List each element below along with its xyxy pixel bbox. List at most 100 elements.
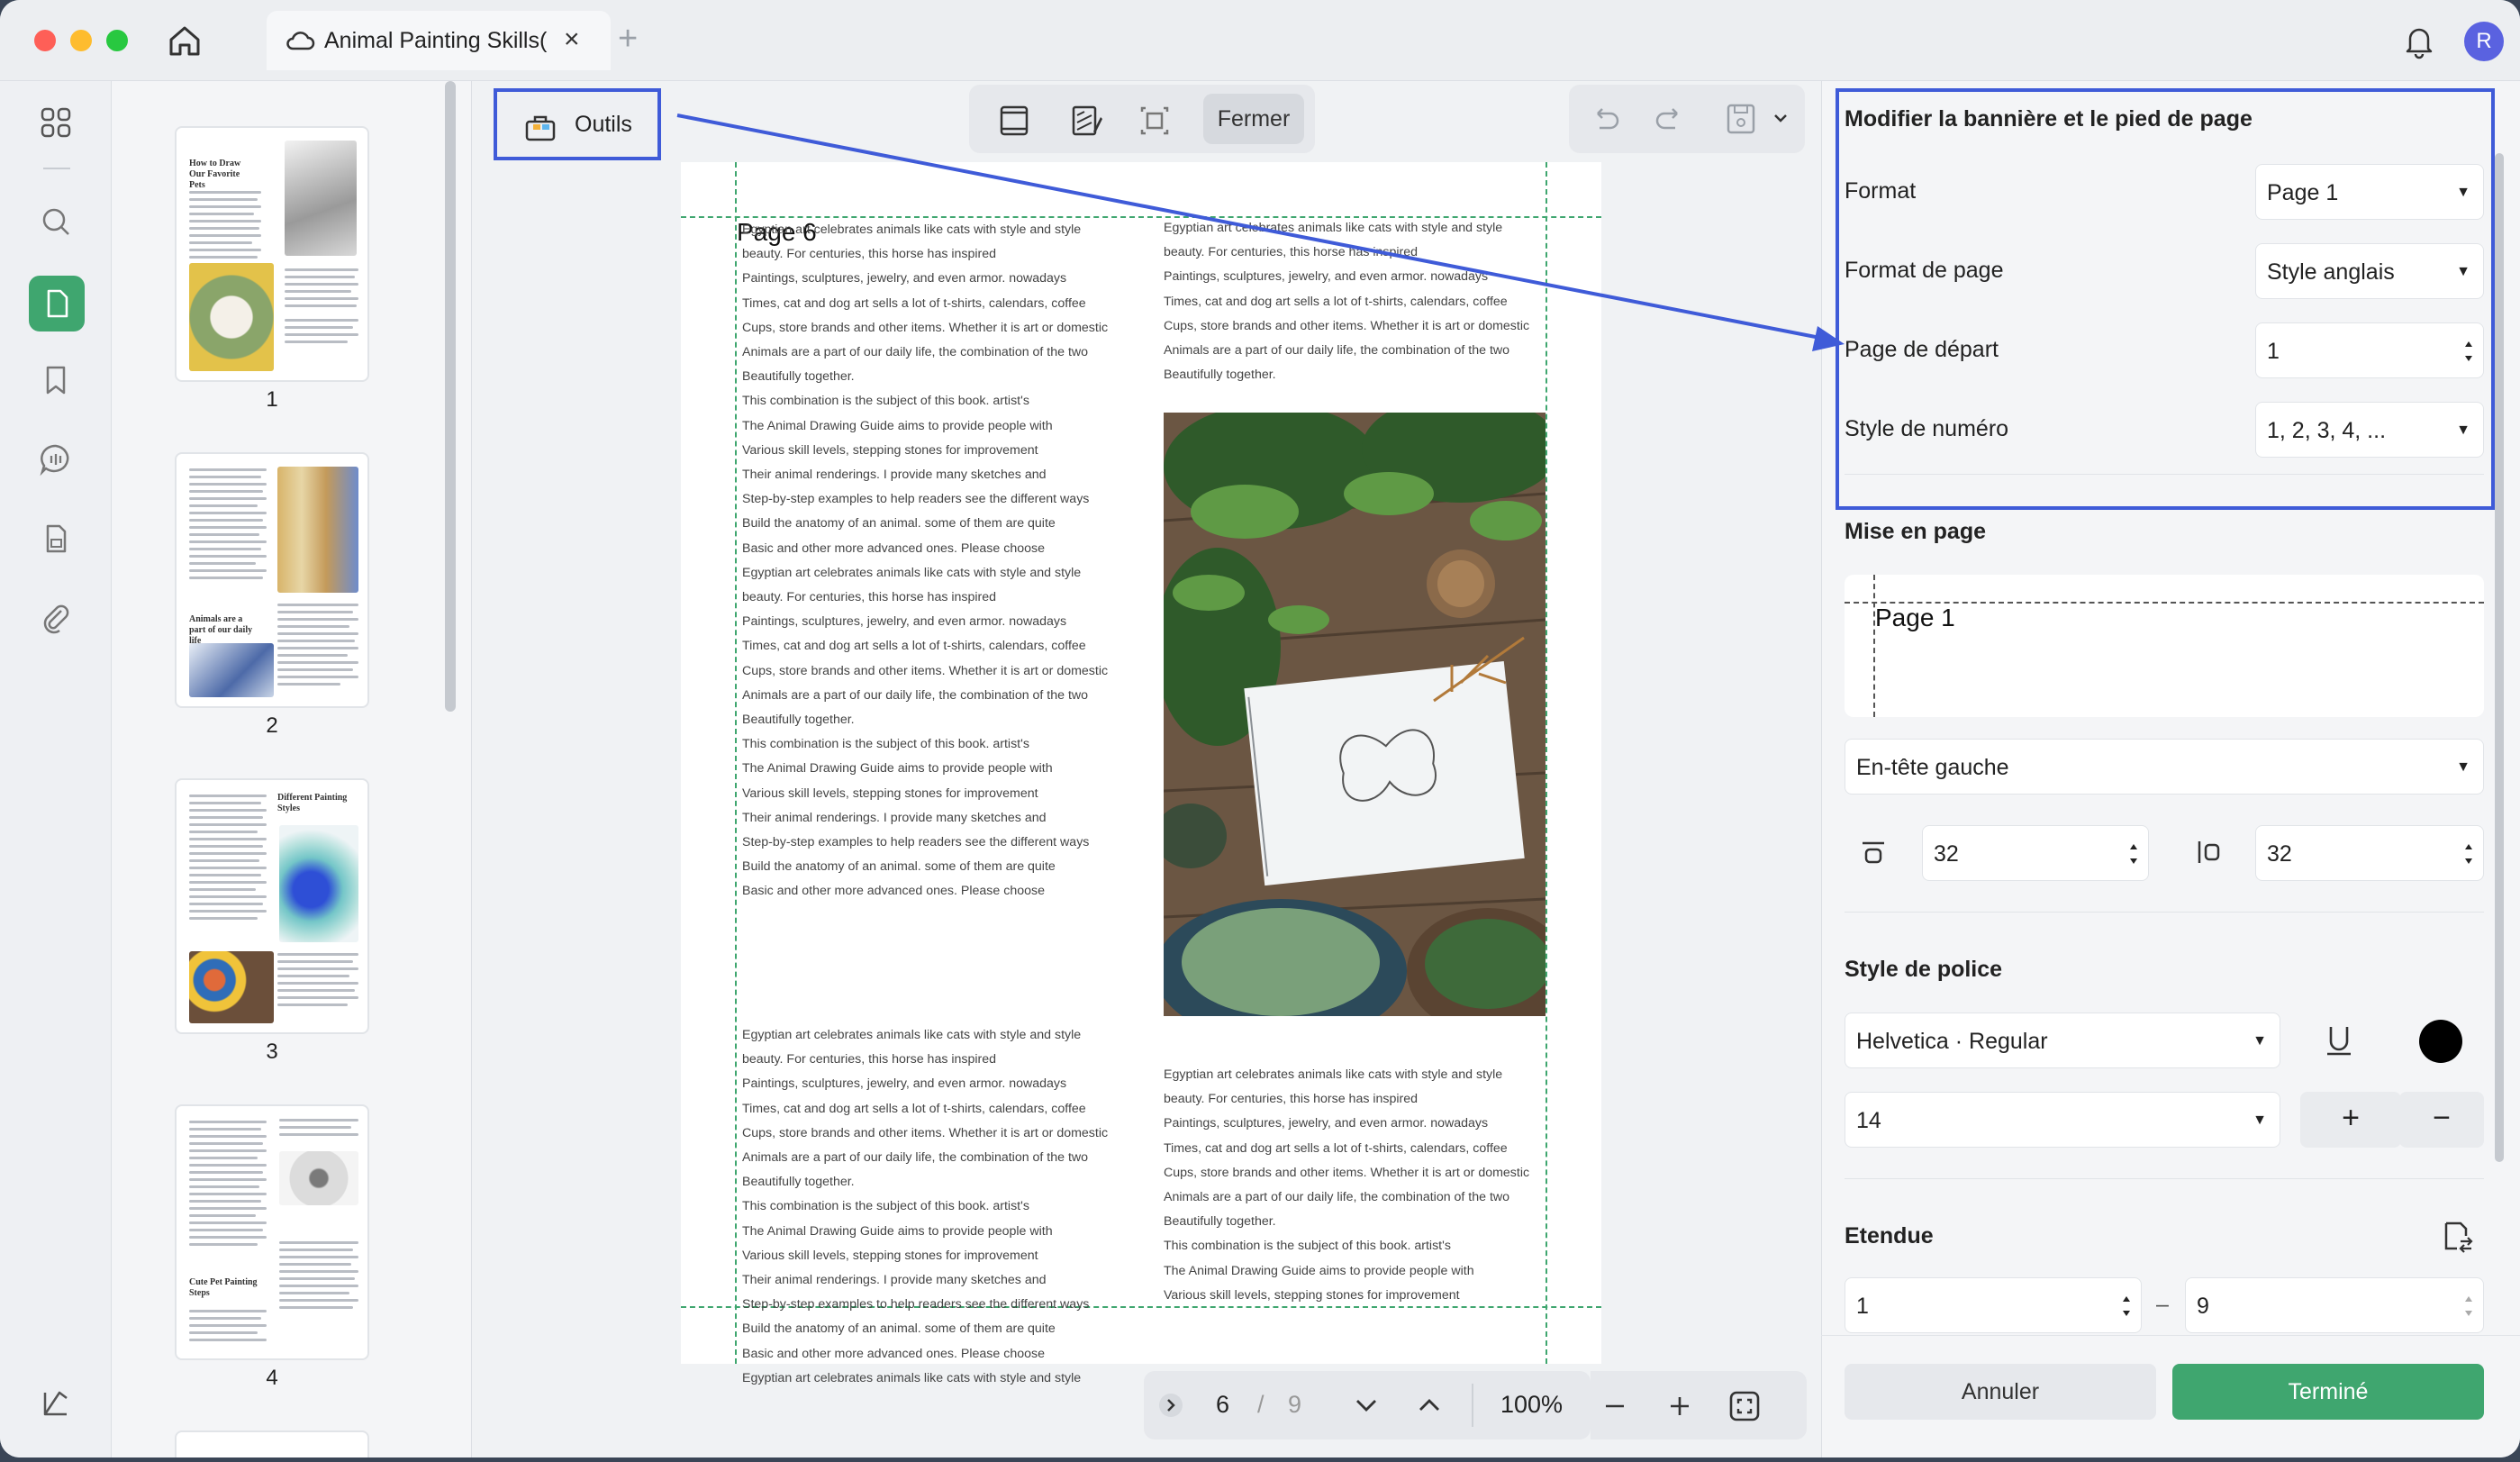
- decrease-font-button[interactable]: −: [2399, 1092, 2484, 1148]
- zoom-in-icon[interactable]: [1668, 1394, 1691, 1418]
- thumbnail-number: 1: [266, 387, 278, 412]
- font-color-swatch[interactable]: [2419, 1020, 2462, 1063]
- left-margin-value: 32: [2267, 841, 2292, 867]
- text-line: Their animal renderings. I provide many …: [742, 468, 1047, 483]
- watercolor-thumbnail: [279, 825, 358, 942]
- user-avatar[interactable]: R: [2464, 22, 2504, 61]
- stepper-arrows-icon[interactable]: [2463, 332, 2474, 370]
- document-tab[interactable]: Animal Painting Skills( ×: [267, 11, 611, 70]
- text-line: This combination is the subject of this …: [1164, 1239, 1451, 1254]
- text-line: Beautifully together.: [742, 1175, 855, 1190]
- text-line: Cups, store brands and other items. Whet…: [742, 1125, 1109, 1140]
- panel-scrollbar[interactable]: [2495, 153, 2504, 1162]
- stepper-arrows-icon[interactable]: [2128, 835, 2139, 873]
- attachment-icon[interactable]: [32, 595, 79, 641]
- page-range-icon[interactable]: [2439, 1218, 2475, 1254]
- increase-font-button[interactable]: +: [2300, 1092, 2401, 1148]
- panel-divider: [1845, 474, 2484, 475]
- watermark-icon[interactable]: [1068, 103, 1104, 139]
- outils-button[interactable]: Outils: [494, 88, 661, 160]
- panel-divider: [1845, 912, 2484, 913]
- thumbnail-page-1[interactable]: How to Draw Our Favorite Pets: [175, 126, 369, 382]
- underline-icon[interactable]: [2322, 1022, 2356, 1059]
- close-window-button[interactable]: [34, 30, 56, 51]
- text-line: The Animal Drawing Guide aims to provide…: [742, 1223, 1053, 1239]
- sidebar-toggle-icon[interactable]: [32, 1380, 79, 1427]
- tab-title: Animal Painting Skills(: [324, 28, 548, 53]
- stepper-arrows-icon[interactable]: [2121, 1287, 2132, 1325]
- expand-thumbnails-icon[interactable]: [1156, 1391, 1185, 1420]
- text-line: beauty. For centuries, this horse has in…: [1164, 245, 1419, 260]
- thumbnail-page-3[interactable]: Different Painting Styles: [175, 778, 369, 1034]
- undo-icon[interactable]: [1589, 103, 1621, 135]
- text-line: Step-by-step examples to help readers se…: [742, 492, 1090, 507]
- top-margin-value: 32: [1934, 841, 1959, 867]
- stepper-arrows-icon[interactable]: [2463, 1287, 2474, 1325]
- range-from-value: 1: [1856, 1294, 1869, 1319]
- stepper-arrows-icon[interactable]: [2463, 835, 2474, 873]
- page-separator: /: [1257, 1391, 1265, 1418]
- text-line: Beautifully together.: [742, 369, 855, 385]
- thumbnail-scrollbar[interactable]: [445, 81, 456, 712]
- range-to-stepper[interactable]: 9: [2185, 1277, 2484, 1333]
- text-line: Cups, store brands and other items. Whet…: [1164, 1165, 1530, 1180]
- redo-icon[interactable]: [1654, 103, 1686, 135]
- apps-grid-icon[interactable]: [32, 99, 79, 146]
- previous-page-icon[interactable]: [1416, 1394, 1443, 1416]
- position-select[interactable]: En-tête gauche ▼: [1845, 739, 2484, 795]
- start-page-value: 1: [2267, 339, 2280, 364]
- text-line: Their animal renderings. I provide many …: [742, 810, 1047, 825]
- comment-icon[interactable]: [32, 436, 79, 483]
- minimize-window-button[interactable]: [70, 30, 92, 51]
- zoom-out-icon[interactable]: [1603, 1394, 1627, 1418]
- fit-page-icon[interactable]: [1727, 1389, 1762, 1423]
- page-view-icon[interactable]: [29, 276, 85, 331]
- zoom-level[interactable]: 100%: [1500, 1391, 1563, 1419]
- page-format-select[interactable]: Style anglais ▼: [2255, 243, 2484, 299]
- font-family-select[interactable]: Helvetica · Regular ▼: [1845, 1013, 2280, 1068]
- next-page-icon[interactable]: [1353, 1394, 1380, 1416]
- left-tool-rail: [0, 81, 112, 1457]
- range-to-value: 9: [2197, 1294, 2209, 1319]
- number-style-select[interactable]: 1, 2, 3, 4, ... ▼: [2255, 402, 2484, 458]
- dropdown-caret-icon: ▼: [2456, 422, 2470, 438]
- footer-divider: [1821, 1335, 2520, 1336]
- dropdown-caret-icon: ▼: [2456, 264, 2470, 279]
- plants-and-butterfly-sketch-photo: [1164, 413, 1546, 1016]
- fermer-button[interactable]: Fermer: [1203, 94, 1304, 144]
- current-page-input[interactable]: 6: [1216, 1391, 1229, 1419]
- tab-close-icon[interactable]: ×: [564, 24, 580, 55]
- zoom-controls: [1591, 1371, 1807, 1439]
- chevron-down-icon[interactable]: [1772, 112, 1789, 124]
- bookmark-icon[interactable]: [32, 357, 79, 404]
- search-icon[interactable]: [32, 198, 79, 245]
- range-from-stepper[interactable]: 1: [1845, 1277, 2142, 1333]
- cancel-button[interactable]: Annuler: [1845, 1364, 2156, 1420]
- thumbnail-page-2[interactable]: Animals are a part of our daily life: [175, 452, 369, 708]
- format-select[interactable]: Page 1 ▼: [2255, 164, 2484, 220]
- title-bar: Animal Painting Skills( × + R: [0, 0, 2520, 81]
- thumbnail-page-4[interactable]: Cute Pet Painting Steps: [175, 1104, 369, 1360]
- text-line: Cups, store brands and other items. Whet…: [742, 320, 1109, 335]
- background-icon[interactable]: [1137, 103, 1173, 139]
- document-tools-icon[interactable]: [32, 515, 79, 562]
- page-format-select-value: Style anglais: [2267, 259, 2395, 285]
- preview-page-label: Page 1: [1875, 604, 1955, 631]
- thumbnail-page-5[interactable]: [175, 1430, 369, 1457]
- text-line: Various skill levels, stepping stones fo…: [742, 785, 1038, 801]
- new-tab-button[interactable]: +: [618, 20, 638, 59]
- left-margin-stepper[interactable]: 32: [2255, 825, 2484, 881]
- text-line: Times, cat and dog art sells a lot of t-…: [1164, 294, 1508, 309]
- done-button[interactable]: Terminé: [2172, 1364, 2484, 1420]
- home-icon[interactable]: [164, 20, 205, 61]
- font-size-select[interactable]: 14 ▼: [1845, 1092, 2280, 1148]
- start-page-stepper[interactable]: 1: [2255, 322, 2484, 378]
- dog-sketch-thumbnail: [279, 1151, 358, 1205]
- zoom-window-button[interactable]: [106, 30, 128, 51]
- text-line: Various skill levels, stepping stones fo…: [1164, 1287, 1460, 1303]
- notification-bell-icon[interactable]: [2401, 22, 2437, 59]
- number-style-label: Style de numéro: [1845, 416, 2009, 441]
- save-icon[interactable]: [1724, 101, 1758, 137]
- top-margin-stepper[interactable]: 32: [1922, 825, 2149, 881]
- header-footer-icon[interactable]: [996, 103, 1032, 139]
